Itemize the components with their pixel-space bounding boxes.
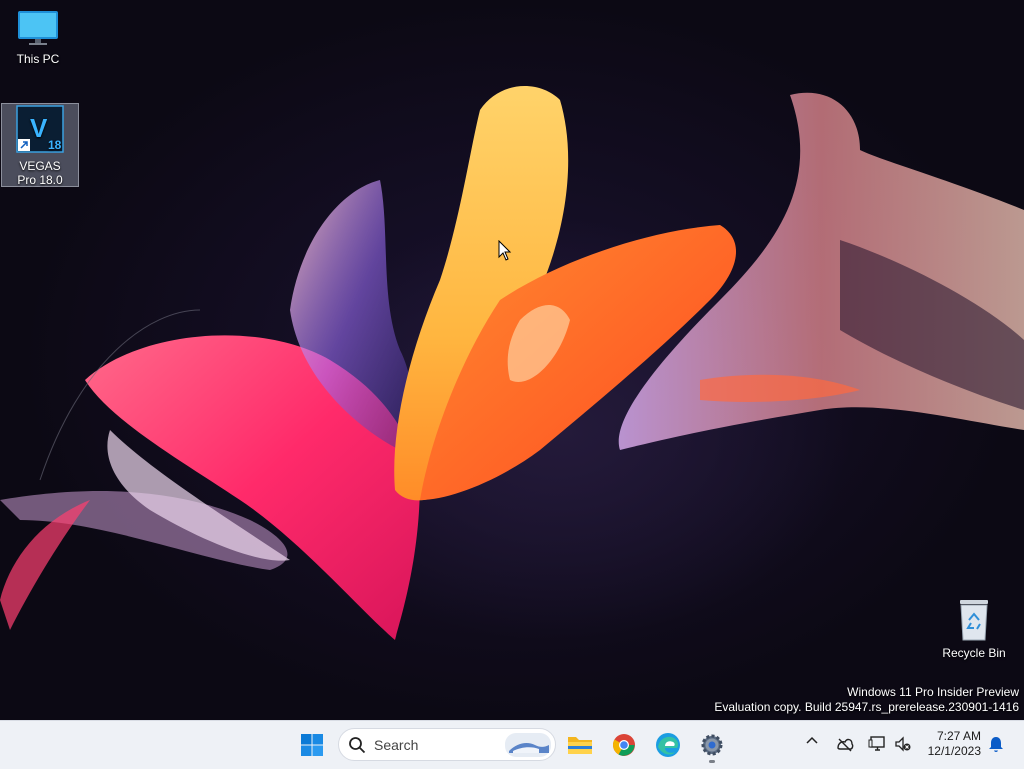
taskbar-settings[interactable] xyxy=(692,725,732,765)
file-explorer-icon xyxy=(568,737,592,754)
vegas-version-badge: 18 xyxy=(48,138,62,152)
watermark-edition: Windows 11 Pro Insider Preview xyxy=(847,685,1019,699)
this-pc-icon xyxy=(18,11,58,45)
evaluation-watermark: Windows 11 Pro Insider Preview Evaluatio… xyxy=(714,685,1019,715)
taskbar-search-box[interactable]: Search xyxy=(338,728,556,761)
vegas-letter: V xyxy=(30,113,48,143)
desktop-icon-label: This PC xyxy=(16,52,60,66)
clock-time: 7:27 AM xyxy=(936,729,981,743)
clock-date: 12/1/2023 xyxy=(927,744,981,758)
desktop-icon-label: Recycle Bin xyxy=(942,646,1006,660)
search-icon xyxy=(349,737,366,754)
chevron-up-icon[interactable] xyxy=(805,733,819,747)
search-placeholder: Search xyxy=(374,737,419,753)
display-icon[interactable] xyxy=(868,735,886,751)
desktop: This PC V 18 VEGAS Pro 18.0 Recycle Bin … xyxy=(0,0,1024,720)
desktop-icon-label: VEGAS Pro 18.0 xyxy=(17,159,63,187)
desktop-icon-this-pc[interactable]: This PC xyxy=(0,8,76,76)
settings-icon xyxy=(701,734,723,756)
taskbar-file-explorer[interactable] xyxy=(560,725,600,765)
edge-icon xyxy=(656,733,680,757)
vegas-pro-icon: V 18 xyxy=(16,105,64,153)
chrome-icon xyxy=(613,734,635,756)
network-offline-icon[interactable] xyxy=(836,736,854,752)
start-button[interactable] xyxy=(292,725,332,765)
search-highlight-icon xyxy=(505,733,551,757)
start-icon xyxy=(301,734,323,756)
recycle-bin-icon xyxy=(960,600,988,641)
watermark-build: Evaluation copy. Build 25947.rs_prerelea… xyxy=(714,700,1019,714)
system-clock[interactable]: 7:27 AM 12/1/2023 xyxy=(928,729,981,759)
desktop-icon-vegas-pro[interactable]: V 18 VEGAS Pro 18.0 xyxy=(1,103,79,187)
wallpaper xyxy=(0,86,1024,640)
volume-muted-icon[interactable] xyxy=(894,736,912,752)
notification-bell-icon[interactable] xyxy=(988,736,1004,754)
running-indicator xyxy=(709,760,715,763)
taskbar-chrome[interactable] xyxy=(604,725,644,765)
mouse-cursor-icon xyxy=(498,240,512,261)
desktop-icon-recycle-bin[interactable]: Recycle Bin xyxy=(936,598,1012,666)
taskbar: Search 7:27 AM 12/1/2023 xyxy=(0,720,1024,769)
taskbar-edge[interactable] xyxy=(648,725,688,765)
